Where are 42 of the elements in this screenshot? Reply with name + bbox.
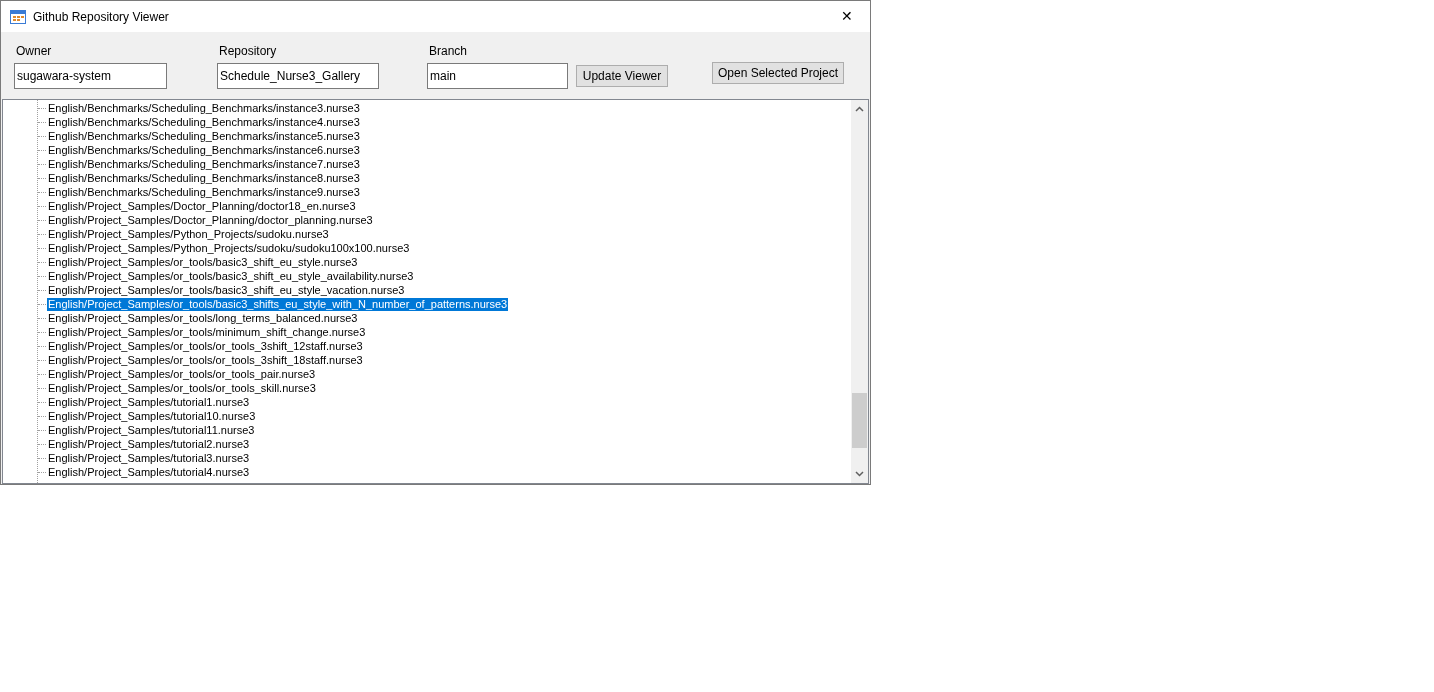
tree-item[interactable]: English/Project_Samples/Doctor_Planning/doctor18_en.nurse3 xyxy=(47,199,357,213)
update-viewer-button[interactable]: Update Viewer xyxy=(576,65,668,87)
vertical-scrollbar[interactable] xyxy=(851,100,868,483)
tree-item[interactable]: English/Benchmarks/Scheduling_Benchmarks/instance4.nurse3 xyxy=(47,115,361,129)
tree-item[interactable]: English/Project_Samples/tutorial10.nurse3 xyxy=(47,409,257,423)
tree-item[interactable]: English/Benchmarks/Scheduling_Benchmarks/instance6.nurse3 xyxy=(47,143,361,157)
close-button[interactable]: ✕ xyxy=(824,1,870,32)
tree-item[interactable]: English/Project_Samples/or_tools/basic3_shifts_eu_style_with_N_number_of_patterns.nurse3 xyxy=(47,297,509,311)
field-label: Owner xyxy=(15,44,52,58)
tree-item[interactable]: English/Project_Samples/tutorial11.nurse3 xyxy=(47,423,256,437)
tree-item[interactable]: English/Benchmarks/Scheduling_Benchmarks/instance5.nurse3 xyxy=(47,129,361,143)
tree-item[interactable]: English/Project_Samples/or_tools/long_terms_balanced.nurse3 xyxy=(47,311,359,325)
tree-item[interactable]: English/Project_Samples/tutorial2.nurse3 xyxy=(47,437,251,451)
tree-item[interactable]: English/Project_Samples/Doctor_Planning/doctor_planning.nurse3 xyxy=(47,213,374,227)
tree-item[interactable]: English/Benchmarks/Scheduling_Benchmarks/instance9.nurse3 xyxy=(47,185,361,199)
scroll-down-icon[interactable] xyxy=(855,471,864,477)
tree-item[interactable]: English/Project_Samples/or_tools/or_tools_3shift_18staff.nurse3 xyxy=(47,353,364,367)
tree-item[interactable]: English/Project_Samples/Python_Projects/sudoku/sudoku100x100.nurse3 xyxy=(47,241,411,255)
open-selected-project-button[interactable]: Open Selected Project xyxy=(712,62,844,84)
tree-item[interactable]: English/Project_Samples/or_tools/basic3_shift_eu_style_vacation.nurse3 xyxy=(47,283,406,297)
scroll-up-icon[interactable] xyxy=(855,106,864,112)
tree-item[interactable]: English/Project_Samples/or_tools/or_tools_3shift_12staff.nurse3 xyxy=(47,339,364,353)
tree-item[interactable]: English/Project_Samples/or_tools/or_tools_skill.nurse3 xyxy=(47,381,317,395)
field-label: Repository xyxy=(218,44,277,58)
tree-item[interactable]: English/Project_Samples/tutorial3.nurse3 xyxy=(47,451,251,465)
scroll-thumb[interactable] xyxy=(852,393,867,448)
tree-item[interactable]: English/Project_Samples/Python_Projects/sudoku.nurse3 xyxy=(47,227,330,241)
text-field[interactable]: sugawara-system xyxy=(14,63,167,89)
tree-item[interactable]: English/Benchmarks/Scheduling_Benchmarks/instance3.nurse3 xyxy=(47,101,361,115)
tree-item[interactable]: English/Benchmarks/Scheduling_Benchmarks/instance8.nurse3 xyxy=(47,171,361,185)
text-field[interactable]: main xyxy=(427,63,568,89)
text-field[interactable]: Schedule_Nurse3_Gallery xyxy=(217,63,379,89)
tree-item[interactable]: English/Project_Samples/or_tools/basic3_shift_eu_style.nurse3 xyxy=(47,255,359,269)
tree-item[interactable]: English/Project_Samples/tutorial4.nurse3 xyxy=(47,465,251,479)
tree-item[interactable]: English/Project_Samples/tutorial1.nurse3 xyxy=(47,395,251,409)
tree-item[interactable]: English/Project_Samples/or_tools/or_tools_pair.nurse3 xyxy=(47,367,317,381)
tree-item[interactable]: English/Benchmarks/Scheduling_Benchmarks/instance7.nurse3 xyxy=(47,157,361,171)
field-label: Branch xyxy=(428,44,468,58)
window-app-icon xyxy=(10,9,26,24)
tree-item[interactable]: English/Project_Samples/or_tools/basic3_shift_eu_style_availability.nurse3 xyxy=(47,269,415,283)
window-title: Github Repository Viewer xyxy=(33,8,169,26)
tree-item[interactable]: English/Project_Samples/or_tools/minimum_shift_change.nurse3 xyxy=(47,325,367,339)
